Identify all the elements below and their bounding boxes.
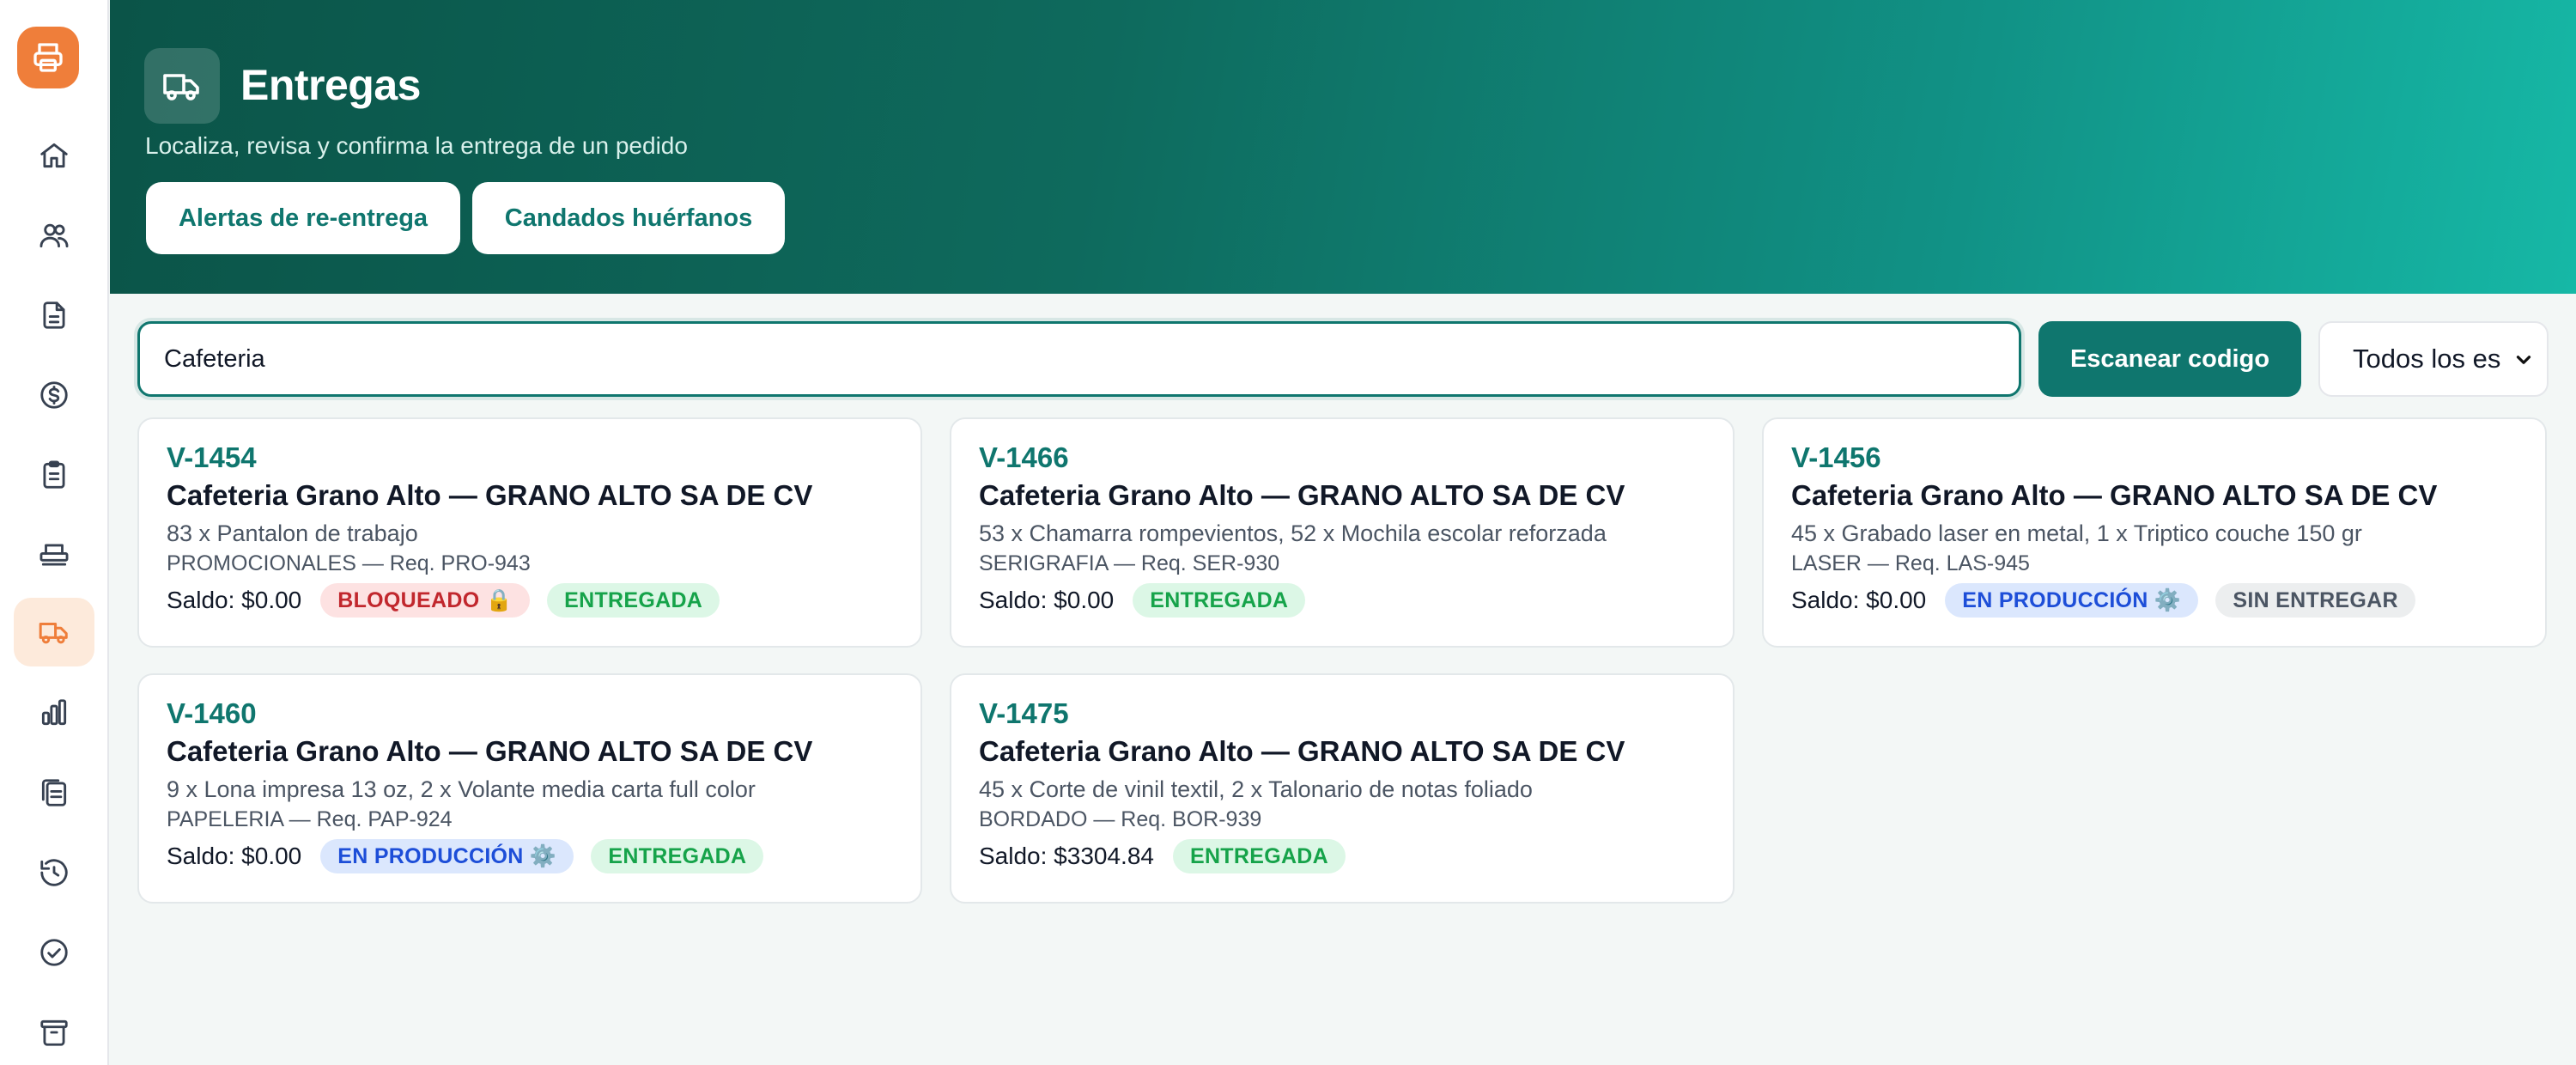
balance: Saldo: $0.00 [167,843,302,869]
client-name: Cafeteria Grano Alto — GRANO ALTO SA DE … [167,479,813,511]
client-name: Cafeteria Grano Alto — GRANO ALTO SA DE … [979,479,1625,511]
printer-icon [33,43,63,72]
order-card-v1456[interactable]: V-1456 Cafeteria Grano Alto — GRANO ALTO… [1762,417,2547,648]
document-icon [43,301,65,329]
sidebar-item-history[interactable] [14,838,94,907]
dollar-icon [40,381,68,409]
status-badge-delivered: ENTREGADA [547,583,720,618]
sidebar-item-payments[interactable] [14,361,94,429]
sidebar-item-requisitions[interactable] [14,758,94,827]
clipboard-copy-icon [41,779,67,806]
card-footer: Saldo: $3304.84 ENTREGADA [979,838,1363,874]
page-header: Entregas Localiza, revisa y confirma la … [110,0,2576,294]
order-card-v1475[interactable]: V-1475 Cafeteria Grano Alto — GRANO ALTO… [950,673,1735,904]
order-id: V-1460 [167,697,257,729]
order-items: 45 x Corte de vinil textil, 2 x Talonari… [979,776,1533,802]
order-items: 83 x Pantalon de trabajo [167,520,418,546]
order-id: V-1454 [167,441,257,473]
home-icon [40,143,68,168]
reentrega-alerts-button[interactable]: Alertas de re-entrega [146,182,460,254]
page-title: Entregas [240,61,421,109]
sidebar [0,0,109,1065]
search-input[interactable] [137,321,2021,397]
client-name: Cafeteria Grano Alto — GRANO ALTO SA DE … [167,735,813,767]
department-req: PAPELERIA — Req. PAP-924 [167,807,453,831]
status-badge-blocked: BLOQUEADO 🔒 [320,583,531,618]
sidebar-item-archive[interactable] [14,998,94,1065]
department-req: PROMOCIONALES — Req. PRO-943 [167,551,531,575]
order-items: 9 x Lona impresa 13 oz, 2 x Volante medi… [167,776,756,802]
order-items: 45 x Grabado laser en metal, 1 x Triptic… [1791,520,2362,546]
sidebar-item-reports[interactable] [14,679,94,747]
order-id: V-1466 [979,441,1069,473]
sidebar-item-approvals[interactable] [14,918,94,987]
client-name: Cafeteria Grano Alto — GRANO ALTO SA DE … [1791,479,2438,511]
order-card-v1460[interactable]: V-1460 Cafeteria Grano Alto — GRANO ALTO… [137,673,922,904]
client-name: Cafeteria Grano Alto — GRANO ALTO SA DE … [979,735,1625,767]
balance: Saldo: $0.00 [1791,587,1927,613]
orphan-locks-button[interactable]: Candados huérfanos [472,182,785,254]
truck-icon [163,74,199,100]
check-circle-icon [40,939,68,966]
sidebar-item-clients[interactable] [14,201,94,270]
department-req: SERIGRAFIA — Req. SER-930 [979,551,1280,575]
card-footer: Saldo: $0.00 EN PRODUCCIÓN ⚙️ ENTREGADA [167,838,781,874]
card-footer: Saldo: $0.00 EN PRODUCCIÓN ⚙️ SIN ENTREG… [1791,582,2433,618]
order-id: V-1475 [979,697,1069,729]
history-icon [40,859,68,886]
status-badge-in-production: EN PRODUCCIÓN ⚙️ [320,839,574,873]
balance: Saldo: $3304.84 [979,843,1154,869]
order-card-v1466[interactable]: V-1466 Cafeteria Grano Alto — GRANO ALTO… [950,417,1735,648]
status-filter-value: Todos los es [2353,344,2501,374]
status-filter-select[interactable]: Todos los es [2318,321,2549,397]
status-badge-in-production: EN PRODUCCIÓN ⚙️ [1945,583,2199,618]
sidebar-item-home[interactable] [14,121,94,190]
page-subtitle: Localiza, revisa y confirma la entrega d… [145,132,688,159]
balance: Saldo: $0.00 [167,587,302,613]
balance: Saldo: $0.00 [979,587,1115,613]
clipboard-list-icon [43,460,65,489]
users-icon [39,223,69,248]
department-req: BORDADO — Req. BOR-939 [979,807,1262,831]
archive-icon [40,1019,68,1046]
sidebar-item-production[interactable] [14,520,94,589]
status-badge-delivered: ENTREGADA [1133,583,1306,618]
chevron-down-icon [2516,356,2531,364]
sidebar-item-orders[interactable] [14,441,94,509]
sidebar-item-documents[interactable] [14,281,94,350]
bar-chart-icon [41,699,67,726]
app-logo[interactable] [17,27,79,88]
order-id: V-1456 [1791,441,1881,473]
sidebar-item-deliveries[interactable] [14,598,94,666]
scan-code-button[interactable]: Escanear codigo [2038,321,2301,397]
department-req: LASER — Req. LAS-945 [1791,551,2030,575]
status-badge-not-delivered: SIN ENTREGAR [2215,583,2415,618]
status-badge-delivered: ENTREGADA [1172,839,1346,873]
printer-machine-icon [39,544,69,566]
order-items: 53 x Chamarra rompevientos, 52 x Mochila… [979,520,1607,546]
card-footer: Saldo: $0.00 ENTREGADA [979,582,1322,618]
truck-icon [39,622,68,644]
order-card-v1454[interactable]: V-1454 Cafeteria Grano Alto — GRANO ALTO… [137,417,922,648]
card-footer: Saldo: $0.00 BLOQUEADO 🔒 ENTREGADA [167,582,737,618]
header-icon-box [144,48,220,124]
status-badge-delivered: ENTREGADA [591,839,764,873]
